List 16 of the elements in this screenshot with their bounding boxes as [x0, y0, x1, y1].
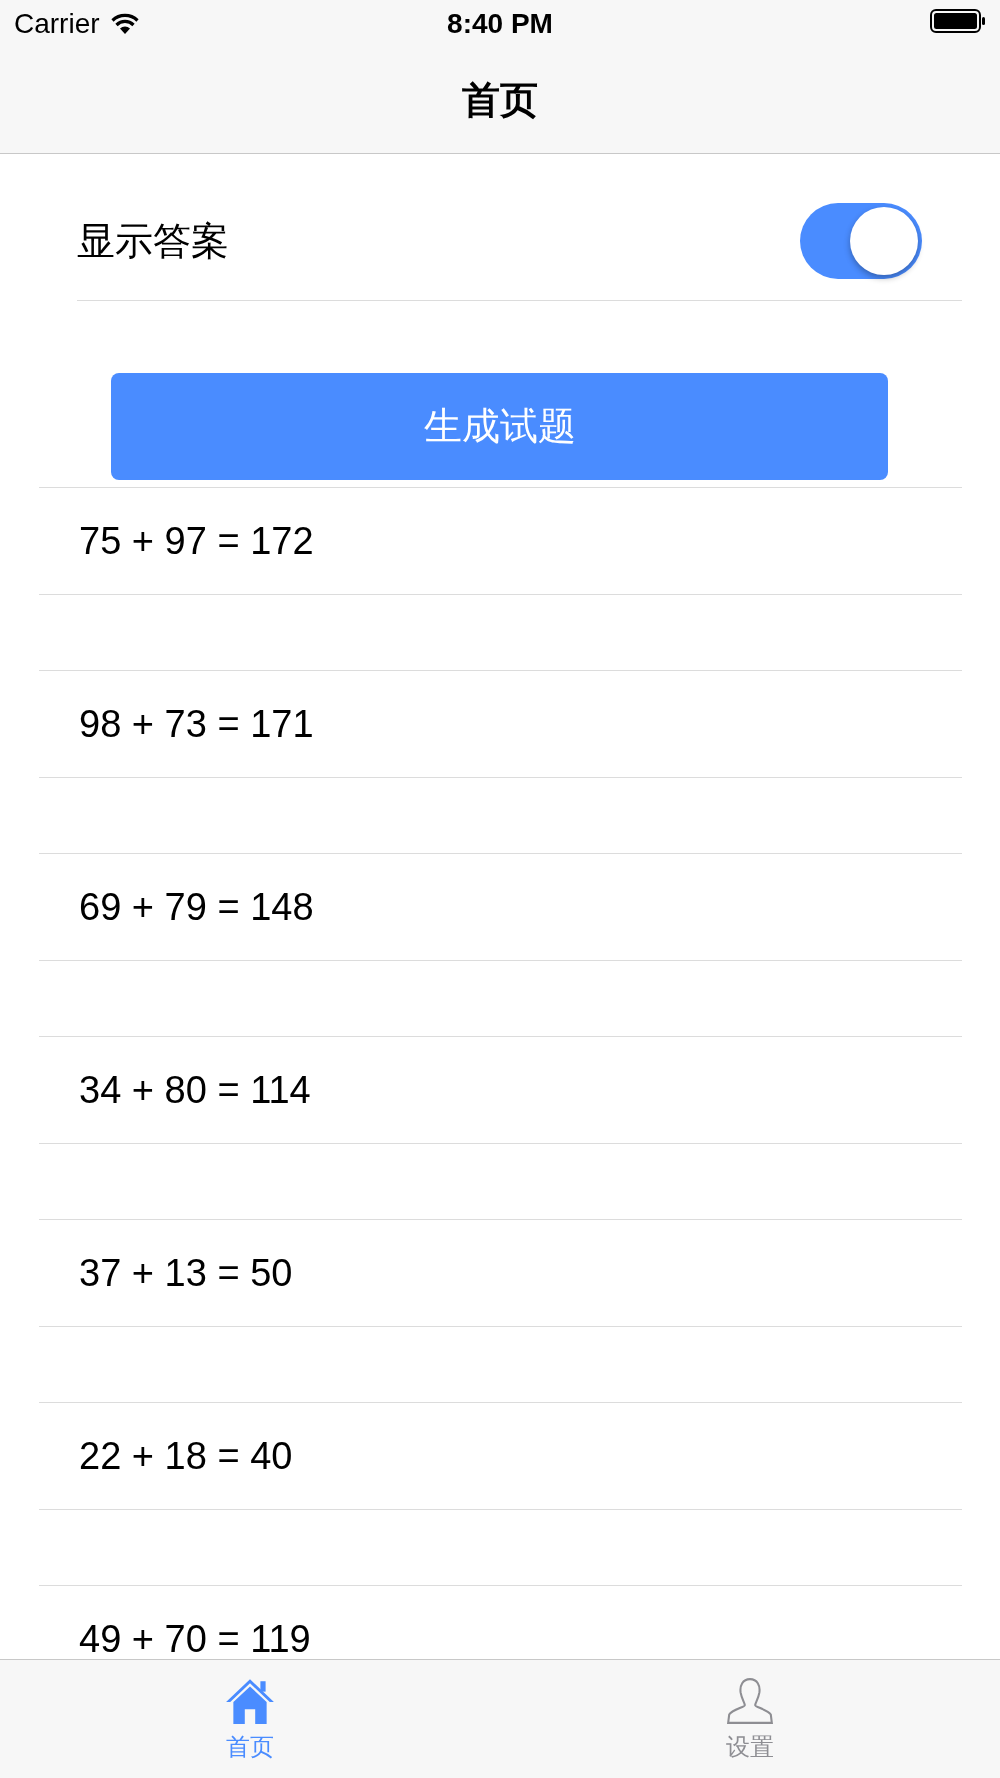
generate-button[interactable]: 生成试题	[111, 373, 888, 480]
problem-text: 34 + 80 = 114	[79, 1068, 311, 1112]
carrier-name: Carrier	[14, 8, 100, 40]
problem-text: 69 + 79 = 148	[79, 885, 314, 929]
status-time: 8:40 PM	[447, 8, 553, 40]
tab-item[interactable]: 设置	[500, 1660, 1000, 1778]
page-title: 首页	[462, 78, 538, 123]
problem-text: 75 + 97 = 172	[79, 519, 314, 563]
problem-text: 37 + 13 = 50	[79, 1251, 293, 1295]
toggle-label: 显示答案	[77, 218, 229, 264]
problem-text: 49 + 70 = 119	[79, 1617, 311, 1659]
tab-item[interactable]: 首页	[0, 1660, 500, 1778]
battery-icon	[930, 9, 986, 33]
wifi-icon	[109, 13, 140, 35]
problem-text: 98 + 73 = 171	[79, 702, 314, 746]
problem-text: 22 + 18 = 40	[79, 1434, 293, 1478]
